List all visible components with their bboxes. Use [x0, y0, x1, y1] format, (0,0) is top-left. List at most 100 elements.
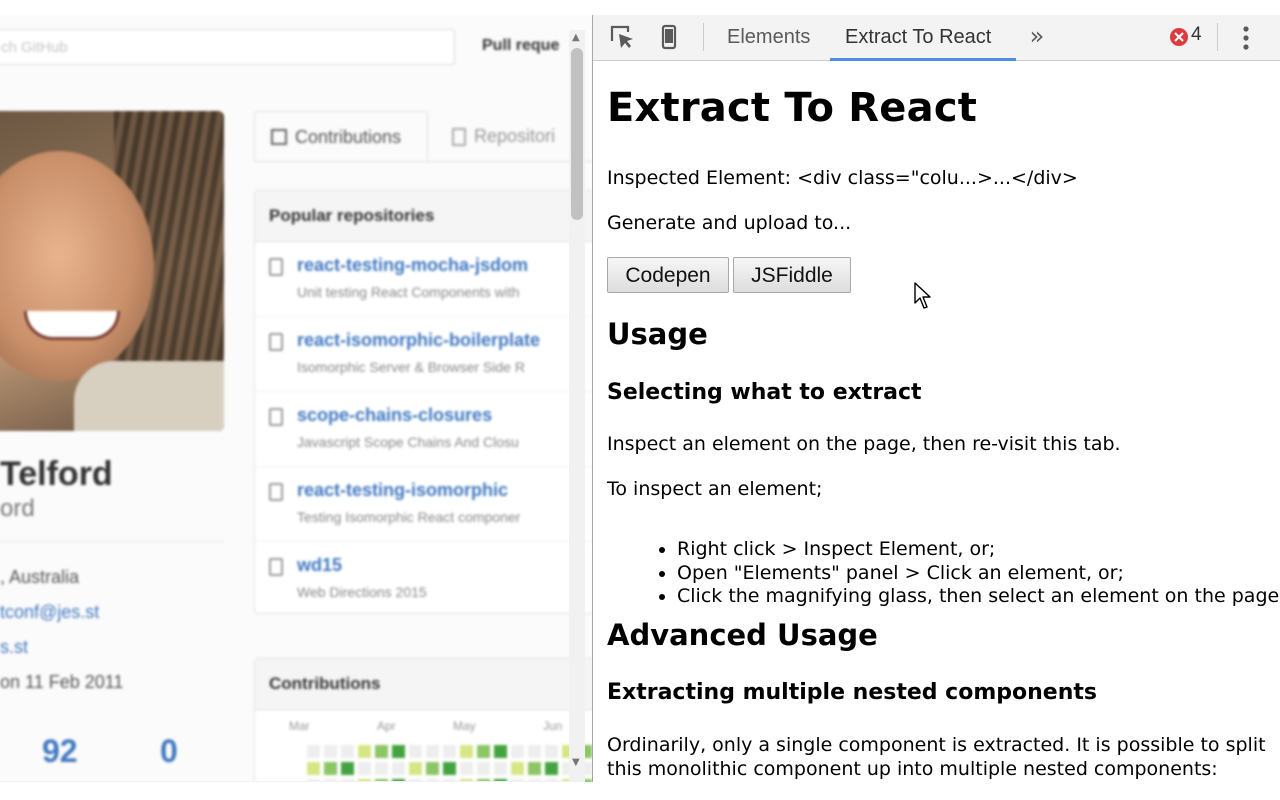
tab-contributions[interactable]: Contributions	[254, 111, 428, 161]
tab-repositories[interactable]: Repositori	[474, 126, 555, 147]
codepen-button[interactable]: Codepen	[607, 257, 729, 293]
error-icon[interactable]	[1169, 27, 1189, 47]
repo-icon	[269, 258, 283, 276]
scroll-up-arrow-icon[interactable]: ▲	[572, 32, 580, 43]
contribution-cell	[511, 745, 524, 758]
generate-upload-text: Generate and upload to...	[607, 212, 852, 234]
repo-description: Unit testing React Components with	[297, 284, 520, 300]
inspect-instruction-text: Inspect an element on the page, then re-…	[607, 433, 1121, 455]
profile-email-link[interactable]: tconf@jes.st	[0, 602, 99, 623]
github-page-viewport[interactable]: ch GitHub Pull reque Telford ord , Austr…	[0, 15, 592, 782]
contribution-cell	[494, 762, 507, 775]
contribution-cell	[460, 762, 473, 775]
contribution-cell	[341, 745, 354, 758]
contribution-cell	[324, 745, 337, 758]
repo-icon	[269, 408, 283, 426]
profile-name: Telford	[0, 455, 113, 493]
active-tab-indicator	[830, 58, 1016, 61]
repo-description: Javascript Scope Chains And Closu	[297, 434, 519, 450]
nav-pull-requests-link[interactable]: Pull reque	[482, 37, 559, 55]
list-item: Right click > Inspect Element, or;	[677, 538, 1279, 562]
tab-contributions-label: Contributions	[295, 127, 402, 147]
devtools-toolbar: Elements Extract To React » 4	[593, 15, 1280, 61]
repo-link[interactable]: react-isomorphic-boilerplate	[297, 330, 540, 351]
contribution-cell	[409, 762, 422, 775]
repo-link[interactable]: react-testing-mocha-jsdom	[297, 255, 528, 276]
contribution-cell	[409, 745, 422, 758]
list-item: react-isomorphic-boilerplate Isomorphic …	[255, 317, 592, 392]
profile-username: ord	[0, 495, 35, 522]
profile-joined-date: on 11 Feb 2011	[0, 672, 124, 692]
contribution-cell	[545, 745, 558, 758]
page-vertical-scrollbar[interactable]: ▲ ▼	[569, 30, 585, 782]
error-count[interactable]: 4	[1191, 24, 1202, 46]
nested-text-line-1: Ordinarily, only a single component is e…	[607, 734, 1266, 756]
devtools-panel: Elements Extract To React » 4 Extract To…	[593, 15, 1280, 782]
contribution-cell	[528, 745, 541, 758]
github-search-input[interactable]: ch GitHub	[0, 29, 455, 65]
contribution-cell	[375, 745, 388, 758]
contributions-title: Contributions	[269, 674, 381, 693]
contribution-cell	[545, 762, 558, 775]
repo-link[interactable]: react-testing-isomorphic	[297, 480, 508, 501]
list-item: wd15 Web Directions 2015	[255, 542, 592, 616]
contribution-cell	[358, 745, 371, 758]
contribution-cell	[324, 762, 337, 775]
contribution-cell	[426, 745, 439, 758]
contribution-cell	[392, 745, 405, 758]
repo-link[interactable]: wd15	[297, 555, 342, 576]
jsfiddle-button[interactable]: JSFiddle	[733, 257, 851, 293]
contribution-cell	[477, 745, 490, 758]
profile-stat-followers[interactable]: 92	[42, 733, 78, 770]
mouse-pointer-icon	[914, 282, 931, 309]
contributions-header: Contributions	[255, 659, 592, 710]
tab-elements[interactable]: Elements	[727, 15, 810, 60]
selecting-heading: Selecting what to extract	[607, 380, 922, 405]
top-window-strip	[0, 0, 1280, 15]
toolbar-separator	[703, 23, 704, 51]
contribution-cell	[341, 762, 354, 775]
profile-website-link[interactable]: s.st	[0, 637, 28, 658]
scroll-down-arrow-icon[interactable]: ▼	[572, 757, 580, 768]
repo-link[interactable]: scope-chains-closures	[297, 405, 492, 426]
profile-location: , Australia	[0, 567, 80, 587]
profile-tabs: Contributions Repositori	[254, 111, 592, 162]
scrollbar-thumb[interactable]	[571, 48, 583, 220]
repo-icon	[452, 128, 466, 146]
repo-icon	[269, 483, 283, 501]
search-placeholder: ch GitHub	[1, 39, 68, 56]
nested-text-line-2: this monolithic component up into multip…	[607, 758, 1218, 780]
contribution-cell	[528, 762, 541, 775]
tab-extract-to-react[interactable]: Extract To React	[845, 15, 991, 60]
popular-repositories-box: Popular repositories react-testing-mocha…	[254, 190, 592, 614]
usage-heading: Usage	[607, 317, 708, 351]
device-toolbar-icon[interactable]	[656, 24, 682, 50]
list-item: scope-chains-closures Javascript Scope C…	[255, 392, 592, 467]
inspect-steps-list: Right click > Inspect Element, or; Open …	[607, 538, 1279, 609]
inspected-element-text: Inspected Element: <div class="colu...>.…	[607, 167, 1078, 189]
panel-title: Extract To React	[607, 85, 978, 131]
contributions-box: Contributions Mar Apr May Jun	[254, 658, 592, 782]
contribution-cell	[307, 762, 320, 775]
list-item: react-testing-isomorphic Testing Isomorp…	[255, 467, 592, 542]
popular-repositories-header: Popular repositories	[255, 191, 592, 242]
month-label: Apr	[377, 719, 396, 733]
customize-menu-icon[interactable]	[1241, 24, 1251, 52]
more-tabs-chevron-icon[interactable]: »	[1025, 23, 1049, 51]
list-item: react-testing-mocha-jsdom Unit testing R…	[255, 242, 592, 317]
popular-repositories-title: Popular repositories	[269, 206, 435, 225]
month-label: Mar	[289, 719, 310, 733]
bottom-window-strip	[0, 782, 1280, 800]
repo-description: Isomorphic Server & Browser Side R	[297, 359, 525, 375]
blurred-page-content: ch GitHub Pull reque Telford ord , Austr…	[0, 15, 592, 782]
inspect-element-icon[interactable]	[609, 24, 635, 50]
contributions-icon	[271, 129, 287, 145]
advanced-usage-heading: Advanced Usage	[607, 618, 878, 652]
list-item: Click the magnifying glass, then select …	[677, 585, 1279, 609]
profile-stat-starred[interactable]: 0	[160, 733, 178, 770]
profile-avatar[interactable]	[0, 111, 224, 431]
contribution-cell	[477, 762, 490, 775]
contribution-cell	[392, 762, 405, 775]
toolbar-separator	[1217, 23, 1218, 51]
contribution-cell	[358, 762, 371, 775]
